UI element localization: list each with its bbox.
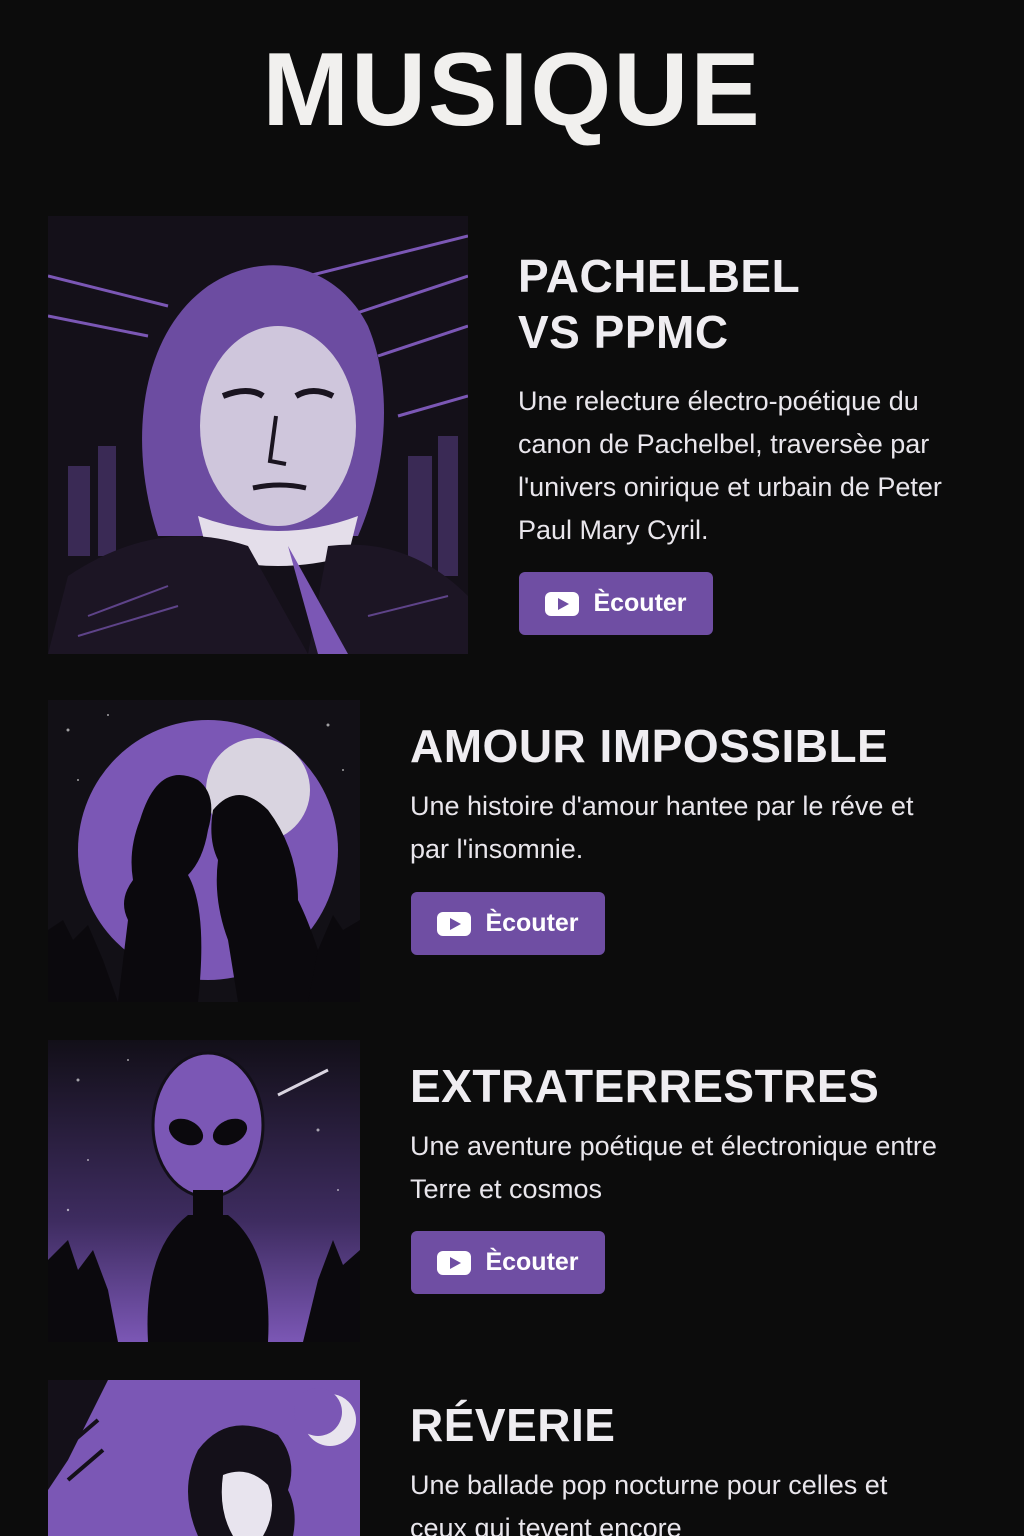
- track-art-portrait: [48, 216, 468, 654]
- listen-button-label: Ècouter: [593, 589, 687, 617]
- track-description: Une histoire d'amour hantee par le réve …: [410, 791, 914, 864]
- listen-button-label: Ècouter: [485, 909, 579, 937]
- listen-button-amour-impossible[interactable]: Ècouter: [411, 892, 605, 955]
- track-art-alien: [48, 1040, 360, 1342]
- listen-button-pachelbel[interactable]: Ècouter: [519, 572, 713, 635]
- listen-button-label: Ècouter: [485, 1248, 579, 1276]
- youtube-play-icon: [545, 591, 580, 616]
- track-title: PACHELBEL VS PPMC: [518, 250, 801, 358]
- youtube-play-icon: [437, 1250, 472, 1275]
- page-title: MUSIQUE: [262, 32, 762, 148]
- track-title: EXTRATERRESTRES: [410, 1060, 880, 1112]
- track-description: Une relecture électro-poétique du canon …: [518, 386, 942, 545]
- track-description: Une ballade pop nocturne pour celles et …: [410, 1470, 888, 1536]
- track-art-dreamer: [48, 1380, 360, 1536]
- track-title: RÉVERIE: [410, 1399, 616, 1451]
- track-description: Une aventure poétique et électronique en…: [410, 1131, 937, 1204]
- music-page: MUSIQUE PACHELBEL VS PPMC Une relecture …: [0, 0, 1024, 1536]
- listen-button-extraterrestres[interactable]: Ècouter: [411, 1231, 605, 1294]
- track-art-couple: [48, 700, 360, 1002]
- track-title: AMOUR IMPOSSIBLE: [410, 720, 889, 772]
- youtube-play-icon: [437, 911, 472, 936]
